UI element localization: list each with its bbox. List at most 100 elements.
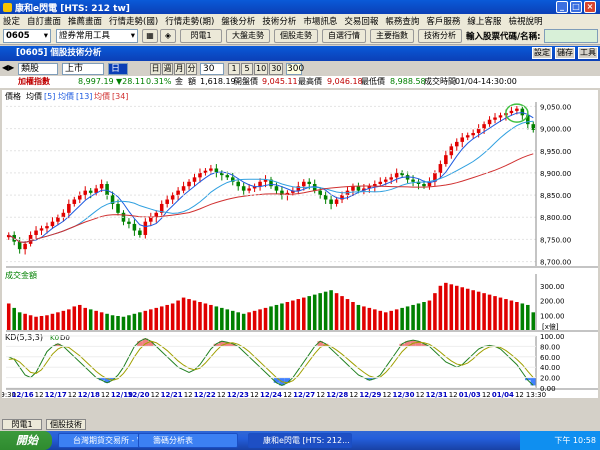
price-tick-5: 8,800.00 [540, 214, 571, 222]
nav-arrows[interactable]: ◀▶ [2, 63, 14, 72]
vol-bar-23 [132, 313, 137, 330]
menu-item-12[interactable]: 檢視說明 [508, 15, 542, 27]
vol-bar-34 [192, 300, 197, 330]
taskbar-item-1[interactable]: 籌碼分析表 [138, 433, 238, 448]
candle-82 [454, 141, 459, 147]
vol-bar-95 [526, 304, 530, 330]
vol-bar-88 [487, 294, 492, 330]
vol-bar-26 [149, 309, 153, 330]
vol-bar-24 [138, 312, 142, 330]
maximize-icon[interactable]: □ [570, 1, 582, 13]
candle-68 [378, 181, 383, 184]
watchlist-button[interactable]: 自選行情 [322, 29, 366, 43]
candle-34 [192, 177, 197, 182]
stock-code-input[interactable]: 0605 ▾ [3, 29, 51, 43]
count-btn-1[interactable]: 5 [241, 63, 253, 75]
toolbar-icon-2[interactable]: ◈ [160, 29, 176, 43]
main-toolbar: 0605 ▾ 證券常用工具 ▾ ▦ ◈ 閃電1 大盤走勢 個股走勢 自選行情 主要指… [0, 27, 600, 45]
price-tick-3: 8,900.00 [540, 170, 571, 178]
vol-bar-25 [143, 310, 148, 330]
candle-40 [225, 175, 230, 178]
minimize-icon[interactable]: _ [556, 1, 568, 13]
major-index-button[interactable]: 主要指數 [370, 29, 414, 43]
vol-bar-29 [165, 304, 169, 330]
x-label-32: 13:30 [526, 391, 546, 398]
period-btn-1[interactable]: 週 [162, 63, 173, 75]
period-btn-2[interactable]: 月 [174, 63, 185, 75]
candle-60 [334, 199, 339, 204]
interval-select[interactable]: 30 [200, 63, 224, 75]
toolbar-icon-1[interactable]: ▦ [142, 29, 158, 43]
vol-bar-4 [28, 315, 33, 330]
period-select[interactable]: 日 [108, 63, 128, 75]
save-button[interactable]: 儲存 [555, 47, 575, 59]
menu-item-10[interactable]: 客戶服務 [426, 15, 460, 27]
market-select[interactable]: 上市 [62, 63, 104, 75]
bottom-tab-1[interactable]: 個股技術 [46, 419, 86, 430]
candle-24 [138, 230, 142, 235]
vol-bar-72 [400, 307, 404, 330]
stock-search-input[interactable] [544, 29, 598, 43]
category-select[interactable]: 類股 [18, 63, 58, 75]
vol-bar-84 [465, 288, 470, 330]
menu-item-2[interactable]: 推薦畫面 [68, 15, 102, 27]
menu-item-8[interactable]: 交易回報 [344, 15, 378, 27]
market-trend-button[interactable]: 大盤走勢 [226, 29, 270, 43]
start-button[interactable]: 開始 [0, 431, 52, 450]
vol-bar-67 [373, 309, 377, 330]
close-icon[interactable]: × [584, 1, 596, 13]
open-label: 開盤價 [234, 77, 258, 86]
bottom-tab-0[interactable]: 閃電1 [2, 419, 42, 430]
vol-bar-57 [318, 293, 322, 330]
candle-57 [318, 190, 322, 196]
x-label-8: 12/20 [127, 391, 149, 398]
vol-bar-91 [504, 299, 508, 330]
vol-bar-77 [427, 300, 432, 330]
x-label-4: 12 [68, 391, 77, 398]
period-btn-0[interactable]: 日 [150, 63, 161, 75]
menu-item-1[interactable]: 自訂畫面 [27, 15, 61, 27]
x-label-25: 12 [416, 391, 425, 398]
candle-25 [143, 221, 148, 235]
tech-analysis-button[interactable]: 技術分析 [418, 29, 462, 43]
x-label-1: 12/16 [12, 391, 34, 398]
vol-bar-19 [110, 315, 115, 330]
menu-item-9[interactable]: 帳務查詢 [385, 15, 419, 27]
menu-item-5[interactable]: 盤後分析 [221, 15, 255, 27]
taskbar-item-2[interactable]: 康和e閃電 [HTS: 212... [248, 433, 352, 448]
stock-trend-button[interactable]: 個股走勢 [274, 29, 318, 43]
app-icon [3, 2, 12, 12]
menu-item-7[interactable]: 市場訊息 [303, 15, 337, 27]
count-btn-3[interactable]: 30 [269, 63, 284, 75]
candle-49 [274, 186, 279, 191]
tool-group-select[interactable]: 證券常用工具 ▾ [56, 29, 138, 43]
bar-count-input[interactable]: 300 [286, 63, 304, 75]
vol-bar-80 [444, 282, 448, 330]
vol-bar-8 [50, 313, 55, 330]
flash1-button[interactable]: 閃電1 [180, 29, 222, 43]
count-btn-2[interactable]: 10 [254, 63, 269, 75]
x-label-23: 12 [382, 391, 391, 398]
menu-item-11[interactable]: 線上客服 [467, 15, 501, 27]
menu-item-3[interactable]: 行情走勢(國) [109, 15, 158, 27]
candle-80 [444, 155, 448, 165]
menu-item-6[interactable]: 技術分析 [262, 15, 296, 27]
menu-item-0[interactable]: 設定 [3, 15, 20, 27]
settings-button[interactable]: 設定 [532, 47, 552, 59]
price-tick-4: 8,850.00 [540, 192, 571, 200]
vol-bar-43 [241, 313, 246, 330]
kd-tick-2: 60.00 [540, 354, 560, 362]
menu-item-4[interactable]: 行情走勢(期) [165, 15, 214, 27]
count-btn-0[interactable]: 1 [228, 63, 240, 75]
period-btn-3[interactable]: 分 [186, 63, 197, 75]
vol-bar-30 [170, 303, 175, 330]
vol-bar-5 [34, 316, 38, 330]
window-titlebar: 康和e閃電 [HTS: 212 tw] _ □ × [0, 0, 600, 14]
amount-label: 金 [175, 77, 183, 86]
vol-bar-36 [203, 303, 208, 330]
technical-chart[interactable]: 價格 均價 [5] 均價 [13] 均價 [34] 成交金額 KD(5,3,3)… [2, 90, 598, 398]
vol-tick-2: 100.00 [540, 312, 565, 320]
candle-64 [356, 186, 361, 191]
vol-bar-92 [509, 300, 514, 330]
tools-button[interactable]: 工具 [578, 47, 598, 59]
